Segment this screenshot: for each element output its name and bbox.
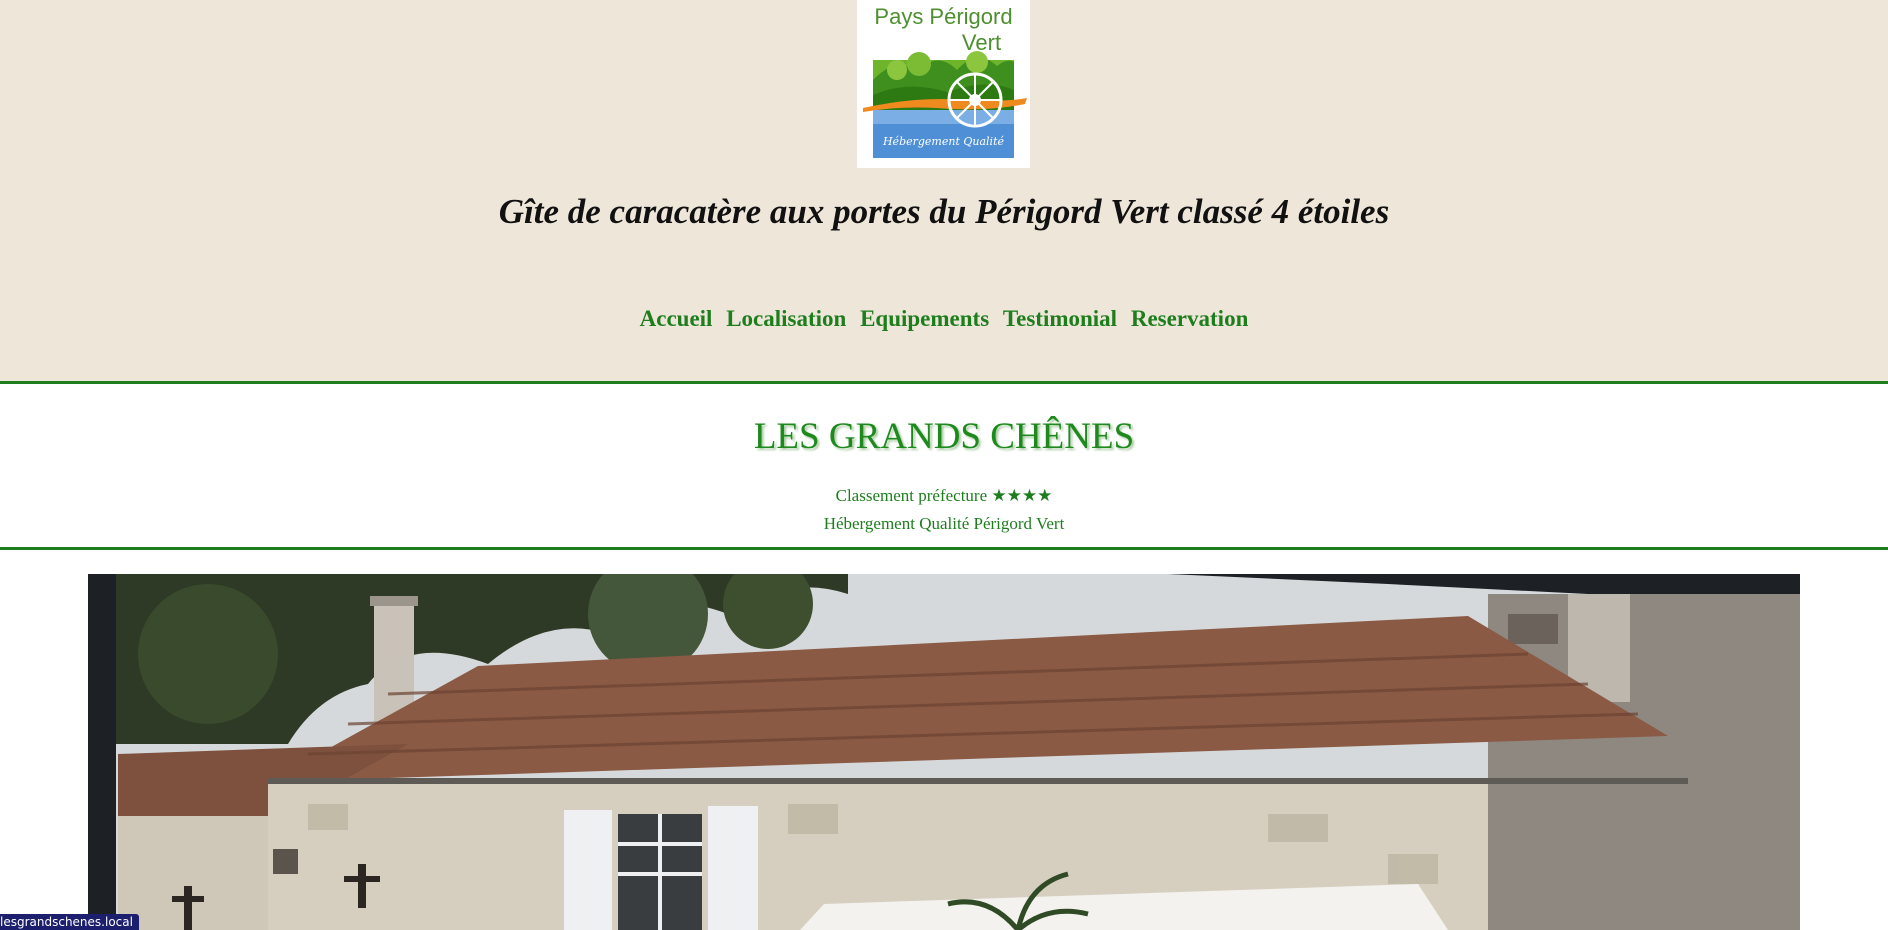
status-bar-url: lesgrandschenes.local	[0, 914, 139, 930]
nav-equipements[interactable]: Equipements	[860, 306, 989, 331]
divider-bottom	[0, 547, 1888, 550]
nav-accueil[interactable]: Accueil	[640, 306, 713, 331]
logo-subtitle: Hébergement Qualité	[882, 135, 1005, 148]
nav-reservation[interactable]: Reservation	[1131, 306, 1249, 331]
classement-text: Classement préfecture ★★★★	[835, 486, 1053, 505]
main-nav: Accueil Localisation Equipements Testimo…	[0, 306, 1888, 332]
quality-label: Hébergement Qualité Périgord Vert	[823, 514, 1065, 533]
page-tagline: Gîte de caracatère aux portes du Périgor…	[498, 192, 1390, 231]
site-title: LES GRANDS CHÊNES	[753, 416, 1135, 457]
divider-top	[0, 381, 1888, 384]
logo-title-line1: Pays Périgord	[874, 4, 1013, 29]
nav-testimonial[interactable]: Testimonial	[1003, 306, 1117, 331]
nav-localisation[interactable]: Localisation	[726, 306, 846, 331]
logo-title-line2: Vert	[961, 30, 1002, 55]
hero-photo	[88, 574, 1800, 930]
house-photo-illustration	[88, 574, 1800, 930]
pays-perigord-vert-logo[interactable]: Pays Périgord Vert Hébergement Qualité	[857, 0, 1030, 168]
